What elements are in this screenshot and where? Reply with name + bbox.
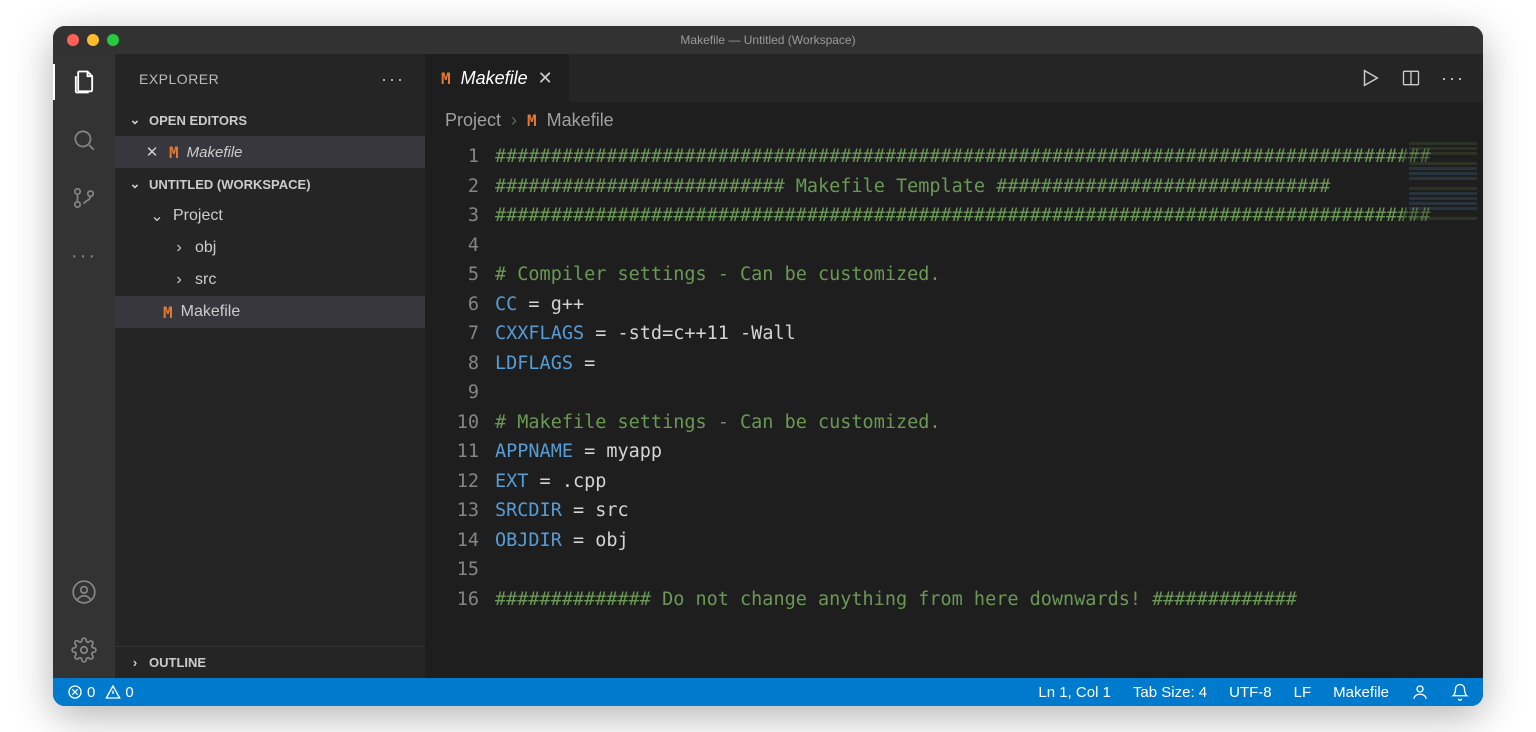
close-window-button[interactable]: [67, 34, 79, 46]
feedback-icon: [1411, 683, 1429, 701]
warnings-indicator[interactable]: 0: [105, 684, 133, 701]
sidebar-title: EXPLORER: [139, 71, 219, 87]
close-tab-button[interactable]: ✕: [538, 68, 553, 89]
tree-label: src: [195, 271, 216, 289]
accounts-activity[interactable]: [70, 578, 98, 606]
zoom-window-button[interactable]: [107, 34, 119, 46]
cursor-position[interactable]: Ln 1, Col 1: [1038, 684, 1111, 701]
close-editor-button[interactable]: ✕: [143, 143, 161, 161]
outline-section[interactable]: › OUTLINE: [115, 646, 425, 678]
source-control-activity[interactable]: [70, 184, 98, 212]
error-icon: [67, 684, 83, 700]
errors-count: 0: [87, 684, 95, 701]
section-label: OUTLINE: [149, 655, 206, 670]
breadcrumb-part[interactable]: Project: [445, 110, 501, 131]
warning-icon: [105, 684, 121, 700]
account-icon: [71, 579, 97, 605]
makefile-icon: M: [169, 143, 179, 162]
editor-more-button[interactable]: ···: [1441, 68, 1465, 89]
run-button[interactable]: [1359, 67, 1381, 89]
section-label: UNTITLED (WORKSPACE): [149, 177, 311, 192]
tree-folder[interactable]: › src: [115, 264, 425, 296]
tree-label: Makefile: [181, 303, 241, 321]
chevron-down-icon: ⌄: [127, 176, 143, 192]
code-content[interactable]: ########################################…: [495, 138, 1483, 678]
workspace-section[interactable]: ⌄ UNTITLED (WORKSPACE): [115, 168, 425, 200]
chevron-right-icon: ›: [171, 239, 187, 257]
editor-actions: ···: [1359, 54, 1483, 102]
main-body: ··· EXPLORER ··· ⌄ OPEN EDITORS ✕ M Make…: [53, 54, 1483, 678]
play-icon: [1359, 67, 1381, 89]
encoding[interactable]: UTF-8: [1229, 684, 1272, 701]
chevron-right-icon: ›: [511, 110, 517, 131]
code-editor[interactable]: 12345678910111213141516 ################…: [425, 138, 1483, 678]
activity-bar: ···: [53, 54, 115, 678]
sidebar-header: EXPLORER ···: [115, 54, 425, 104]
open-editor-item[interactable]: ✕ M Makefile: [115, 136, 425, 168]
feedback-button[interactable]: [1411, 683, 1429, 701]
split-icon: [1401, 68, 1421, 88]
split-editor-button[interactable]: [1401, 68, 1421, 88]
breadcrumbs[interactable]: Project › M Makefile: [425, 102, 1483, 138]
eol[interactable]: LF: [1294, 684, 1312, 701]
chevron-right-icon: ›: [127, 655, 143, 670]
errors-indicator[interactable]: 0: [67, 684, 95, 701]
line-gutter: 12345678910111213141516: [425, 138, 495, 678]
explorer-activity[interactable]: [70, 68, 98, 96]
gear-icon: [71, 637, 97, 663]
window-title: Makefile — Untitled (Workspace): [680, 33, 855, 47]
breadcrumb-part[interactable]: Makefile: [547, 110, 614, 131]
search-activity[interactable]: [70, 126, 98, 154]
minimize-window-button[interactable]: [87, 34, 99, 46]
notifications-button[interactable]: [1451, 683, 1469, 701]
sidebar: EXPLORER ··· ⌄ OPEN EDITORS ✕ M Makefile…: [115, 54, 425, 678]
chevron-right-icon: ›: [171, 271, 187, 289]
sidebar-more-button[interactable]: ···: [381, 69, 405, 90]
makefile-icon: M: [527, 111, 537, 130]
branch-icon: [71, 185, 97, 211]
titlebar: Makefile — Untitled (Workspace): [53, 26, 1483, 54]
tab-size[interactable]: Tab Size: 4: [1133, 684, 1207, 701]
makefile-icon: M: [441, 69, 451, 88]
search-icon: [71, 127, 97, 153]
tab-bar: M Makefile ✕ ···: [425, 54, 1483, 102]
files-icon: [70, 68, 98, 96]
more-activity[interactable]: ···: [70, 242, 98, 270]
tree-folder-root[interactable]: ⌄ Project: [115, 200, 425, 232]
language-mode[interactable]: Makefile: [1333, 684, 1389, 701]
app-window: Makefile — Untitled (Workspace) ···: [53, 26, 1483, 706]
open-editors-section[interactable]: ⌄ OPEN EDITORS: [115, 104, 425, 136]
warnings-count: 0: [125, 684, 133, 701]
tree-file[interactable]: M Makefile: [115, 296, 425, 328]
settings-activity[interactable]: [70, 636, 98, 664]
bell-icon: [1451, 683, 1469, 701]
editor-area: M Makefile ✕ ··· Project › M: [425, 54, 1483, 678]
minimap[interactable]: [1403, 138, 1483, 678]
status-bar: 0 0 Ln 1, Col 1 Tab Size: 4 UTF-8 LF Mak…: [53, 678, 1483, 706]
tab-makefile[interactable]: M Makefile ✕: [425, 54, 570, 102]
tree-folder[interactable]: › obj: [115, 232, 425, 264]
chevron-down-icon: ⌄: [149, 206, 165, 226]
open-editor-label: Makefile: [187, 144, 243, 161]
tree-label: Project: [173, 207, 223, 225]
tab-label: Makefile: [461, 68, 528, 89]
window-controls: [53, 34, 119, 46]
chevron-down-icon: ⌄: [127, 112, 143, 128]
section-label: OPEN EDITORS: [149, 113, 247, 128]
tree-label: obj: [195, 239, 216, 257]
makefile-icon: M: [163, 303, 173, 322]
